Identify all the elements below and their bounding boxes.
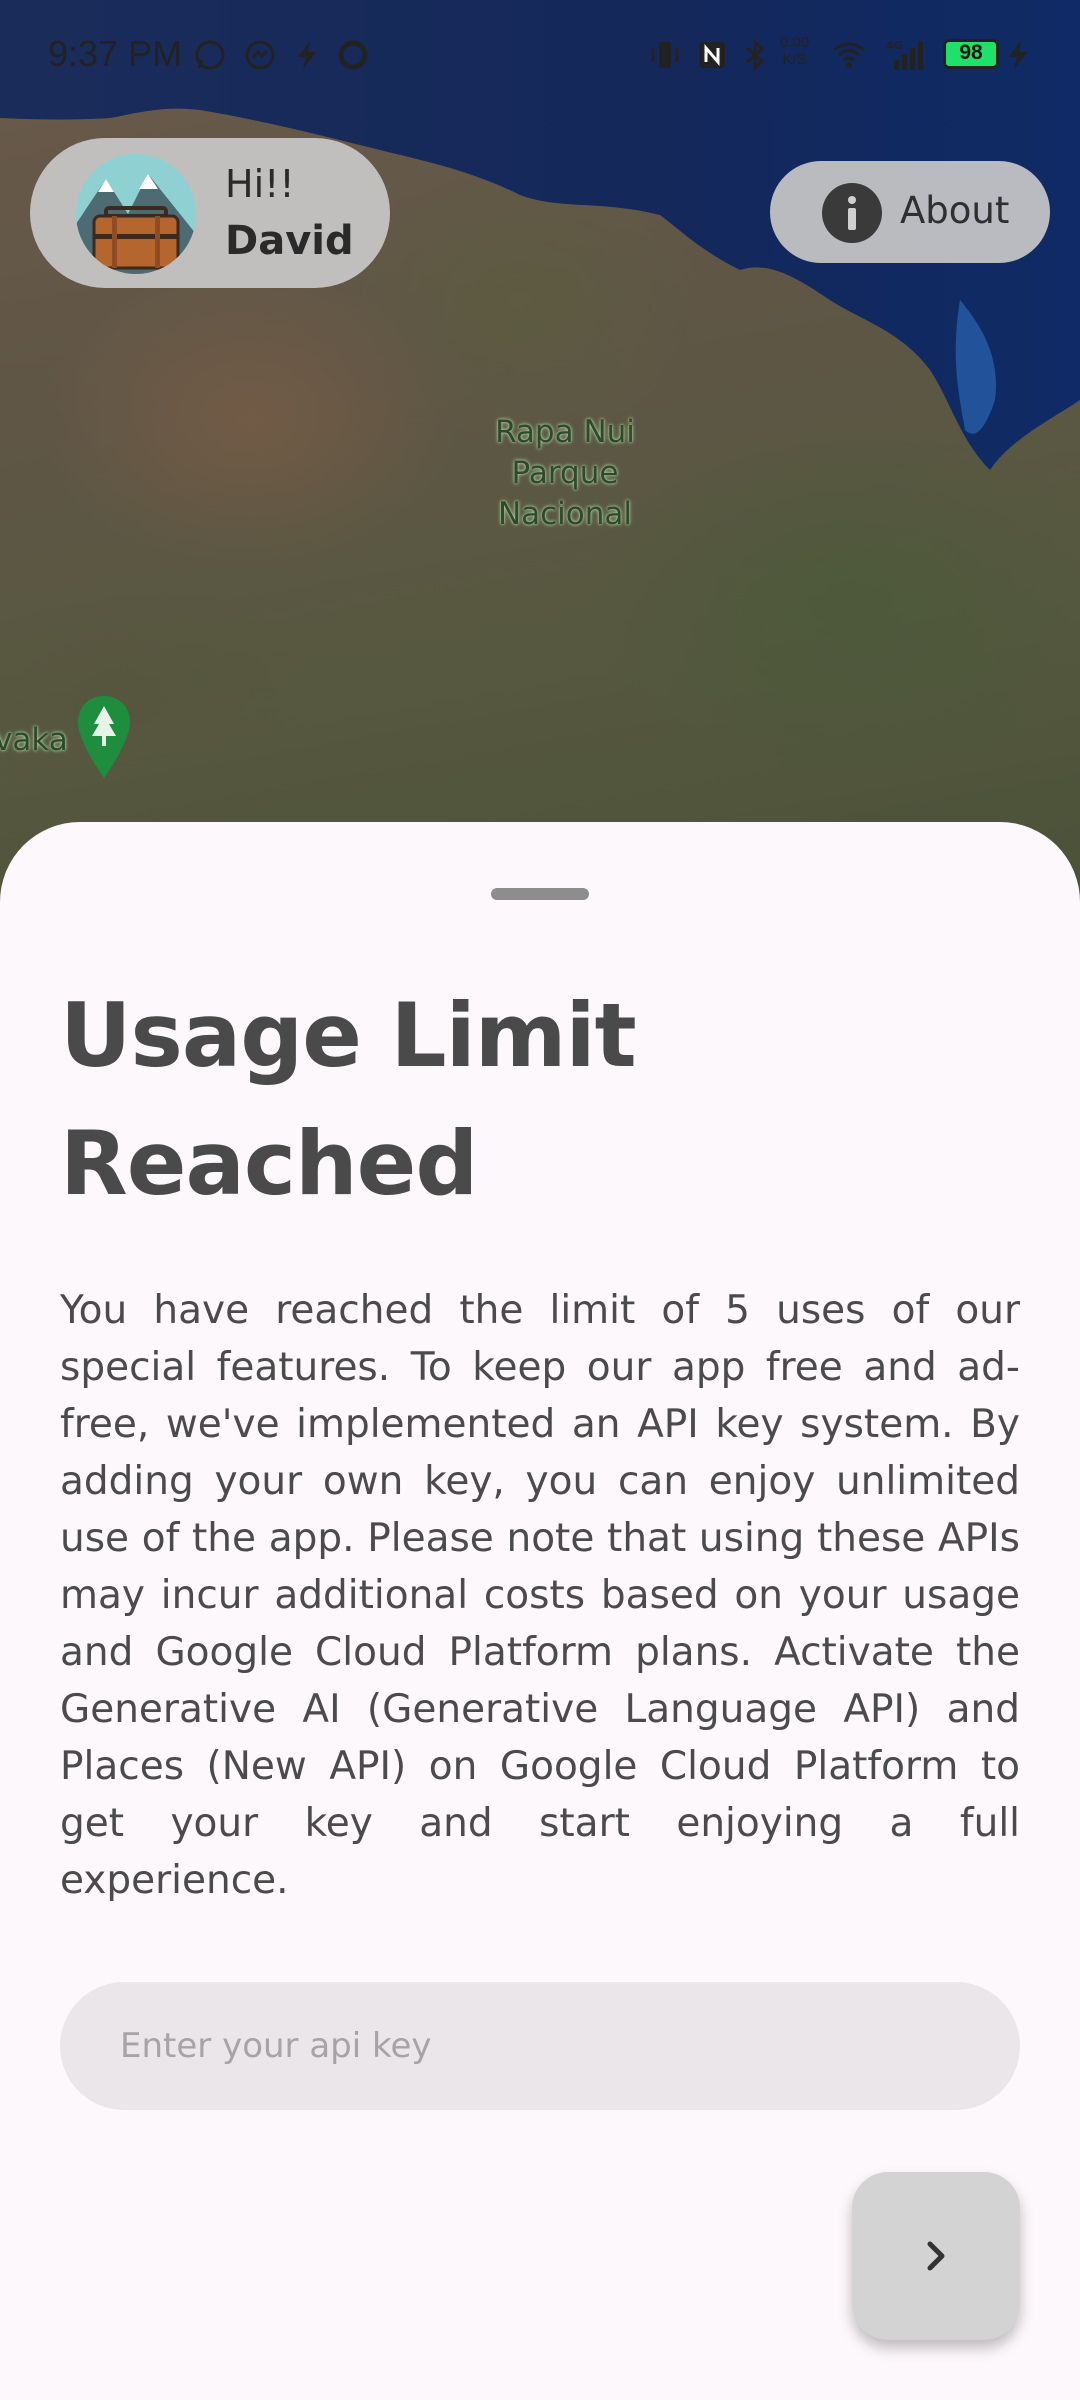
vibrate-icon	[651, 42, 679, 68]
satellite-map[interactable]: Rapa Nui Parque Nacional vaka	[0, 0, 1080, 900]
screen: Rapa Nui Parque Nacional vaka 9:37 PM 0.…	[0, 0, 1080, 2400]
bolt-icon	[298, 41, 316, 69]
park-map-label[interactable]: Rapa Nui Parque Nacional	[470, 412, 660, 535]
suitcase-mountains-icon	[76, 154, 196, 274]
api-key-input[interactable]	[60, 1982, 1020, 2110]
about-button[interactable]: About	[770, 161, 1050, 263]
wifi-icon	[833, 42, 865, 68]
sheet-description: You have reached the limit of 5 uses of …	[60, 1288, 1020, 1903]
chevron-right-icon	[927, 2241, 945, 2271]
about-label: About	[900, 189, 1010, 232]
network-speed: 0.00 K/S	[780, 34, 810, 68]
avatar	[76, 154, 196, 274]
status-bar: 9:37 PM 0.00 K/S 4G 98	[0, 0, 1080, 110]
usage-limit-sheet: Usage Limit Reached You have reached the…	[0, 822, 1080, 2400]
messenger-icon	[245, 40, 275, 70]
user-name: David	[225, 218, 354, 264]
park-pin-icon[interactable]	[76, 694, 132, 780]
battery-indicator: 98	[943, 39, 999, 69]
place-map-label[interactable]: vaka	[0, 720, 68, 761]
info-icon	[822, 183, 882, 243]
svg-text:4G: 4G	[886, 39, 903, 52]
status-time: 9:37 PM	[48, 33, 183, 74]
nfc-icon	[699, 42, 725, 68]
profile-chip[interactable]: Hi!! David	[30, 138, 390, 288]
submit-next-button[interactable]	[852, 2172, 1020, 2340]
bluetooth-icon	[746, 38, 765, 72]
greeting-text: Hi!!	[225, 162, 295, 206]
sheet-title: Usage Limit Reached	[60, 984, 637, 1215]
drag-handle[interactable]	[491, 888, 589, 900]
whatsapp-icon	[195, 40, 225, 70]
charging-icon	[1009, 40, 1027, 70]
signal-4g-icon: 4G	[886, 39, 923, 70]
battery-level: 98	[959, 41, 983, 64]
circle-icon	[338, 40, 368, 70]
